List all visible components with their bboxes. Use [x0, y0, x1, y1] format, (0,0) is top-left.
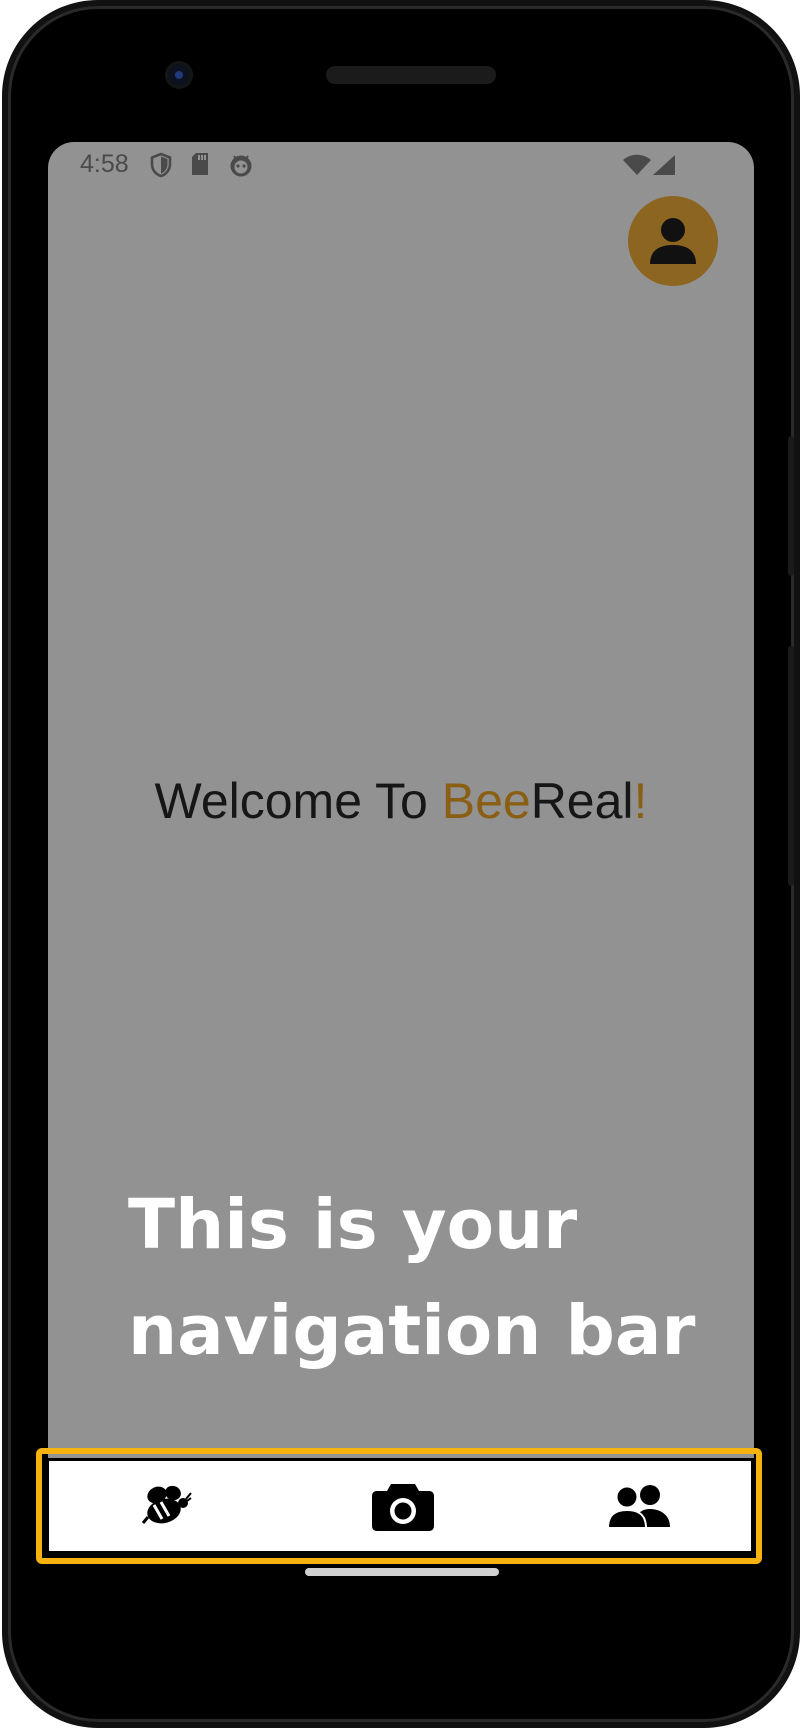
earpiece-speaker: [326, 66, 496, 84]
sd-card-icon: [190, 152, 210, 180]
app-screen: 4:58 Welcome To BeeReal! This is your na…: [48, 142, 754, 1552]
status-bar: 4:58: [48, 142, 754, 188]
shield-icon: [150, 152, 172, 182]
volume-button: [788, 646, 794, 886]
cell-signal-icon: [652, 154, 676, 180]
nav-highlight-frame: [36, 1448, 762, 1564]
front-camera: [168, 64, 190, 86]
brand-bee: Bee: [441, 773, 531, 829]
wifi-icon: [622, 154, 652, 180]
brand-real: Real: [530, 773, 634, 829]
android-face-icon: [228, 152, 254, 182]
profile-button[interactable]: [628, 196, 718, 286]
person-icon: [650, 218, 696, 264]
tutorial-message: This is your navigation bar: [128, 1185, 696, 1371]
home-indicator[interactable]: [305, 1568, 499, 1576]
welcome-heading: Welcome To BeeReal!: [48, 772, 754, 830]
power-button: [788, 436, 794, 576]
brand-exclaim: !: [633, 773, 648, 829]
welcome-prefix: Welcome To: [154, 773, 442, 829]
status-time: 4:58: [80, 150, 129, 178]
